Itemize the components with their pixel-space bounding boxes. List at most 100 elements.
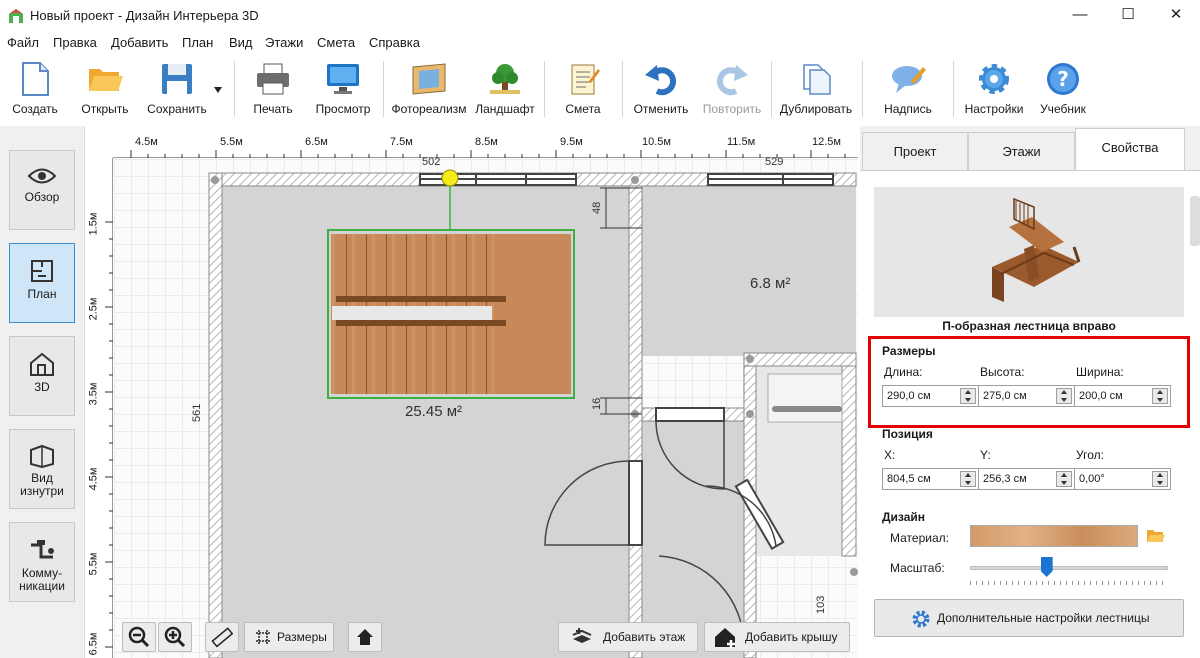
help-question-icon: ? bbox=[1047, 63, 1079, 95]
y-spinner[interactable] bbox=[1056, 471, 1072, 487]
wall-node[interactable] bbox=[746, 355, 754, 363]
menu-edit[interactable]: Правка bbox=[53, 35, 97, 50]
highlight-box bbox=[868, 336, 1190, 428]
dimensions-button[interactable]: Размеры bbox=[244, 622, 334, 652]
maximize-button[interactable]: ☐ bbox=[1104, 0, 1152, 32]
ruler-top-ticks bbox=[130, 150, 846, 158]
ruler-label: 6.5м bbox=[305, 136, 328, 148]
undo-arrow-icon bbox=[645, 65, 676, 96]
ruler-tool-button[interactable] bbox=[205, 622, 239, 652]
photorealism-button[interactable]: Фотореализм bbox=[389, 55, 469, 121]
dim-103: 103 bbox=[815, 596, 827, 614]
minimize-button[interactable]: — bbox=[1056, 0, 1104, 32]
wall-node[interactable] bbox=[746, 410, 754, 418]
area-label-right: 6.8 м² bbox=[750, 275, 790, 292]
toolbar-separator bbox=[953, 61, 954, 117]
add-roof-button[interactable]: Добавить крышу bbox=[704, 622, 850, 652]
menu-add[interactable]: Добавить bbox=[111, 35, 168, 50]
material-swatch[interactable] bbox=[970, 525, 1138, 547]
preview-button[interactable]: Просмотр bbox=[311, 55, 375, 121]
scale-slider-track[interactable] bbox=[970, 566, 1168, 570]
tab-project[interactable]: Проект bbox=[862, 132, 968, 170]
ruler-label: 4.5м bbox=[87, 467, 100, 491]
room-floor-right[interactable] bbox=[642, 186, 856, 356]
home-view-button[interactable] bbox=[348, 622, 382, 652]
x-label: X: bbox=[884, 448, 896, 462]
angle-input[interactable]: 0,00° bbox=[1074, 468, 1171, 490]
zoom-out-icon bbox=[128, 626, 150, 648]
angle-spinner[interactable] bbox=[1152, 471, 1168, 487]
floor-plan-canvas[interactable]: 502 529 48 16 561 103 25.45 м² 6.8 м² 4.… bbox=[86, 126, 858, 658]
wall-node[interactable] bbox=[850, 568, 858, 576]
dimensions-label: Размеры bbox=[277, 630, 327, 644]
tab-floors[interactable]: Этажи bbox=[968, 132, 1075, 170]
menu-floors[interactable]: Этажи bbox=[265, 35, 303, 50]
bathtub[interactable] bbox=[767, 373, 843, 423]
home-icon bbox=[357, 629, 373, 645]
menu-help[interactable]: Справка bbox=[369, 35, 420, 50]
zoom-out-button[interactable] bbox=[122, 622, 156, 652]
y-input[interactable]: 256,3 см bbox=[978, 468, 1075, 490]
label-button[interactable]: Надпись bbox=[876, 55, 940, 121]
x-input[interactable]: 804,5 см bbox=[882, 468, 979, 490]
window-title: Новый проект - Дизайн Интерьера 3D bbox=[30, 8, 259, 23]
mode-utilities-button[interactable]: Комму- никации bbox=[9, 522, 75, 602]
estimate-button[interactable]: Смета bbox=[552, 55, 614, 121]
menu-view[interactable]: Вид bbox=[229, 35, 253, 50]
scale-slider-ticks bbox=[970, 581, 1168, 585]
save-dropdown-button[interactable] bbox=[211, 55, 225, 121]
window-right[interactable] bbox=[707, 173, 834, 186]
save-label: Сохранить bbox=[147, 102, 207, 116]
view-mode-panel: Обзор План 3D Вид изнутри Комму- никации bbox=[0, 126, 85, 658]
redo-button[interactable]: Повторить bbox=[699, 55, 765, 121]
open-button[interactable]: Открыть bbox=[74, 55, 136, 121]
scale-slider-thumb[interactable] bbox=[1040, 557, 1053, 577]
add-floor-button[interactable]: Добавить этаж bbox=[558, 622, 698, 652]
settings-button[interactable]: Настройки bbox=[961, 55, 1027, 121]
toolbar-separator bbox=[862, 61, 863, 117]
dropdown-arrow-icon bbox=[214, 87, 222, 93]
undo-button[interactable]: Отменить bbox=[629, 55, 693, 121]
printer-icon bbox=[257, 63, 289, 95]
menu-estimate[interactable]: Смета bbox=[317, 35, 355, 50]
toolbar-separator bbox=[234, 61, 235, 117]
zoom-in-button[interactable] bbox=[158, 622, 192, 652]
x-spinner[interactable] bbox=[960, 471, 976, 487]
save-button[interactable]: Сохранить bbox=[143, 55, 211, 121]
mode-plan-label: План bbox=[27, 287, 57, 301]
tutorial-button[interactable]: ? Учебник bbox=[1033, 55, 1093, 121]
toolbar-separator bbox=[383, 61, 384, 117]
angle-value: 0,00° bbox=[1079, 473, 1105, 485]
mode-inside-button[interactable]: Вид изнутри bbox=[9, 429, 75, 509]
y-value: 256,3 см bbox=[983, 473, 1027, 485]
toolbar-separator bbox=[544, 61, 545, 117]
mode-overview-button[interactable]: Обзор bbox=[9, 150, 75, 230]
dimensions-icon bbox=[256, 630, 270, 644]
folder-icon[interactable] bbox=[1146, 527, 1166, 545]
wall-node[interactable] bbox=[211, 176, 219, 184]
landscape-label: Ландшафт bbox=[475, 102, 535, 116]
mode-3d-button[interactable]: 3D bbox=[9, 336, 75, 416]
wall-node[interactable] bbox=[631, 176, 639, 184]
scrollbar-thumb[interactable] bbox=[1190, 196, 1200, 246]
dim-16: 16 bbox=[591, 398, 603, 410]
menu-plan[interactable]: План bbox=[182, 35, 213, 50]
tab-properties[interactable]: Свойства bbox=[1075, 128, 1185, 171]
ruler-icon bbox=[211, 627, 234, 648]
create-button[interactable]: Создать bbox=[4, 55, 66, 121]
photorealism-icon bbox=[412, 63, 446, 95]
advanced-stair-settings-button[interactable]: Дополнительные настройки лестницы bbox=[874, 599, 1184, 637]
menu-file[interactable]: Файл bbox=[7, 35, 39, 50]
label-text: Надпись bbox=[884, 102, 932, 116]
gear-icon bbox=[979, 64, 1009, 94]
landscape-button[interactable]: Ландшафт bbox=[472, 55, 538, 121]
toolbar: Создать Открыть Сохранить Печать Просмот… bbox=[0, 55, 1200, 123]
advanced-stair-settings-label: Дополнительные настройки лестницы bbox=[937, 611, 1150, 625]
angle-label: Угол: bbox=[1076, 448, 1104, 462]
mode-plan-button[interactable]: План bbox=[9, 243, 75, 323]
floor-plan-icon bbox=[31, 260, 53, 282]
close-button[interactable]: ✕ bbox=[1152, 0, 1200, 32]
print-button[interactable]: Печать bbox=[244, 55, 302, 121]
duplicate-button[interactable]: Дублировать bbox=[776, 55, 856, 121]
dim-561: 561 bbox=[191, 404, 203, 422]
